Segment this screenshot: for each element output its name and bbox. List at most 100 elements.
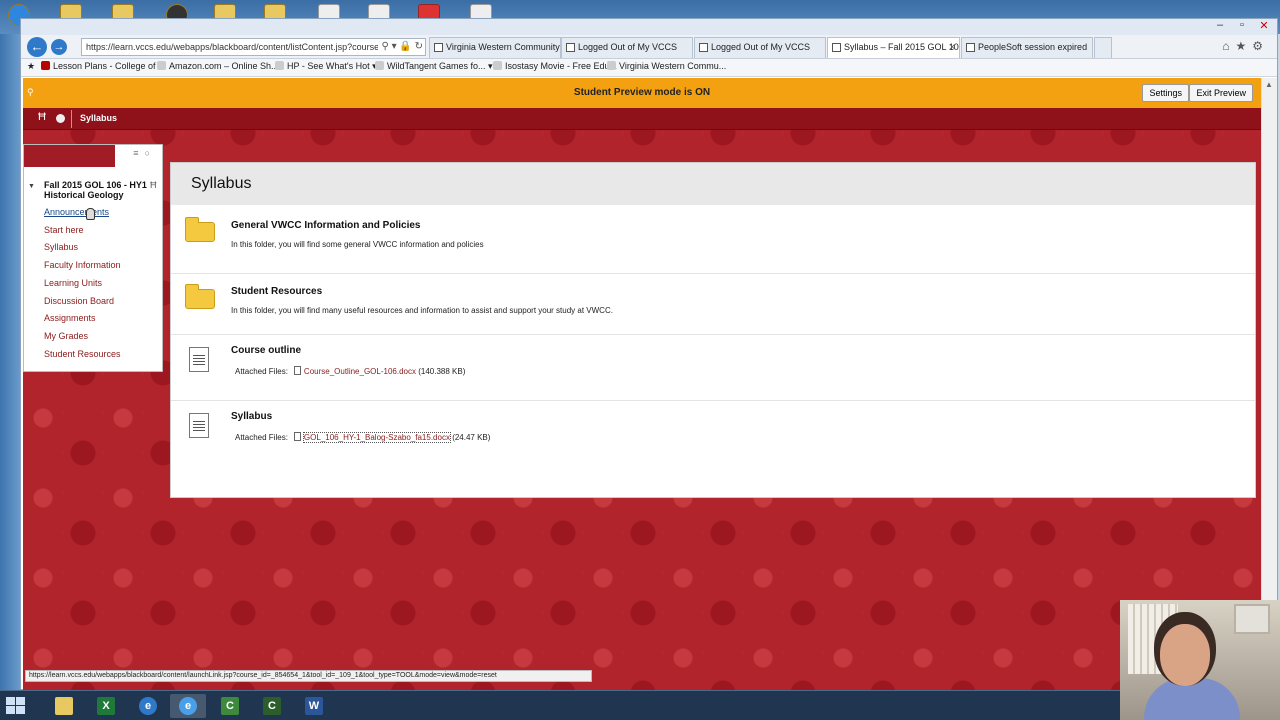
favorite-label: Isostasy Movie - Free Edu... (505, 61, 618, 71)
item-title-link[interactable]: General VWCC Information and Policies (231, 220, 420, 231)
content-item: General VWCC Information and Policies In… (171, 205, 1255, 274)
taskbar-word[interactable]: W (296, 694, 332, 718)
menu-item-start-here[interactable]: Start here (44, 225, 84, 235)
favorite-u-icon (41, 61, 50, 70)
navigation-bar: ← → https://learn.vccs.edu/webapps/black… (21, 35, 1277, 59)
taskbar-camtasia[interactable]: C (212, 694, 248, 718)
tab-peoplesoft[interactable]: PeopleSoft session expired (961, 37, 1093, 58)
favorite-link[interactable]: Virginia Western Commu... (607, 61, 726, 71)
settings-button[interactable]: Settings (1142, 84, 1189, 102)
attachment-link[interactable]: Course_Outline_GOL-106.docx (304, 367, 416, 376)
taskbar-excel[interactable]: X (88, 694, 124, 718)
favorite-label: Amazon.com – Online Sh... (169, 61, 279, 71)
menu-item-discussion-board[interactable]: Discussion Board (44, 296, 114, 306)
favorite-link[interactable]: WildTangent Games fo... ▾ (375, 61, 493, 72)
maximize-icon[interactable]: ▫ (1231, 19, 1253, 33)
start-button[interactable] (6, 697, 26, 715)
course-menu-tools: ≡○ (133, 148, 156, 158)
menu-item-announcements[interactable]: Announcements (44, 207, 109, 217)
item-description: In this folder, you will find some gener… (231, 240, 484, 249)
favorite-link[interactable]: Lesson Plans - College of ... (41, 61, 166, 71)
file-icon (293, 366, 301, 375)
forward-icon[interactable]: → (51, 39, 67, 55)
taskbar-file-explorer[interactable] (46, 694, 82, 718)
taskbar-internet-explorer-active[interactable]: e (170, 694, 206, 718)
taskbar-camtasia-recorder[interactable]: C (254, 694, 290, 718)
favorite-link[interactable]: HP - See What's Hot ▾ (275, 61, 377, 72)
menu-list-icon[interactable]: ≡ (133, 148, 144, 158)
webcam-presenter-head (1160, 624, 1210, 686)
breadcrumb: Ħ Syllabus (23, 108, 1261, 130)
webcam-overlay (1120, 600, 1280, 720)
minimize-icon[interactable]: – (1209, 19, 1231, 33)
menu-item-learning-units[interactable]: Learning Units (44, 278, 102, 288)
menu-item-syllabus[interactable]: Syllabus (44, 242, 78, 252)
taskbar: X e e C C W (0, 690, 1280, 720)
address-bar[interactable]: https://learn.vccs.edu/webapps/blackboar… (81, 38, 426, 56)
favorite-vwcc-icon (607, 61, 616, 70)
breadcrumb-home-icon[interactable] (56, 114, 65, 123)
favorite-isostasy-icon (493, 61, 502, 70)
tab-syllabus[interactable]: Syllabus – Fall 2015 GOL 106... ✕ (827, 37, 960, 58)
browser-window: – ▫ ✕ ← → https://learn.vccs.edu/webapps… (20, 18, 1278, 690)
course-structure-icon[interactable]: Ħ (150, 180, 157, 190)
content-item: Syllabus Attached Files: GOL_106_HY-1_Bal… (171, 401, 1255, 497)
tab-favicon-icon (566, 43, 575, 52)
course-menu-toggle-icon[interactable]: Ħ (38, 111, 46, 123)
taskbar-internet-explorer[interactable]: e (130, 694, 166, 718)
favorite-hp-icon (275, 61, 284, 70)
attached-files-row: Attached Files: GOL_106_HY-1_Balog-Szabo_… (235, 432, 491, 443)
menu-item-student-resources[interactable]: Student Resources (44, 349, 121, 359)
breadcrumb-separator (71, 110, 72, 128)
attachment-link[interactable]: GOL_106_HY-1_Balog-Szabo_fa15.docx (302, 432, 451, 443)
favorites-star-icon[interactable]: ★ (1235, 39, 1252, 53)
document-icon (189, 347, 209, 372)
new-tab-button[interactable] (1094, 37, 1112, 58)
search-lock-refresh-icons[interactable]: ⚲ ▾ 🔒 ↻ (378, 39, 423, 55)
page-title: Syllabus (191, 175, 252, 192)
home-icon[interactable]: ⌂ (1222, 39, 1235, 53)
breadcrumb-current: Syllabus (80, 113, 118, 123)
menu-item-faculty-information[interactable]: Faculty Information (44, 260, 121, 270)
status-bar-url: https://learn.vccs.edu/webapps/blackboar… (25, 670, 592, 682)
folder-icon (55, 697, 73, 715)
collapse-triangle-icon[interactable]: ▼ (28, 183, 35, 190)
tab-favicon-icon (966, 43, 975, 52)
content-item: Course outline Attached Files: Course_Out… (171, 335, 1255, 401)
tab-close-icon[interactable]: ✕ (948, 38, 956, 57)
refresh-icon[interactable]: ○ (145, 148, 156, 158)
tab-favicon-icon (434, 43, 443, 52)
favorite-label: WildTangent Games fo... ▾ (387, 61, 493, 71)
folder-icon (185, 217, 215, 242)
item-title-link[interactable]: Student Resources (231, 286, 322, 297)
gear-icon[interactable]: ⚙ (1252, 39, 1269, 53)
scroll-up-icon[interactable]: ▲ (1265, 80, 1273, 89)
file-size: (24.47 KB) (452, 433, 491, 442)
desktop-left-edge (0, 34, 20, 690)
word-icon: W (305, 697, 323, 715)
tab-virginia-western[interactable]: Virginia Western Community ... (429, 37, 561, 58)
menu-item-assignments[interactable]: Assignments (44, 313, 96, 323)
close-icon[interactable]: ✕ (1253, 19, 1275, 33)
file-size: (140.388 KB) (418, 367, 466, 376)
tab-favicon-icon (699, 43, 708, 52)
favorite-link[interactable]: Isostasy Movie - Free Edu... (493, 61, 617, 71)
tab-label: Syllabus – Fall 2015 GOL 106... (844, 42, 960, 52)
exit-preview-button[interactable]: Exit Preview (1189, 84, 1253, 102)
tab-logged-out-1[interactable]: Logged Out of My VCCS (561, 37, 693, 58)
favorites-bar: ★ Lesson Plans - College of ... Amazon.c… (21, 59, 1277, 77)
url-text: https://learn.vccs.edu/webapps/blackboar… (86, 42, 407, 52)
file-icon (293, 432, 301, 441)
vertical-scrollbar[interactable]: ▲ ▼ (1261, 78, 1277, 690)
tab-label: Logged Out of My VCCS (578, 42, 678, 52)
course-title[interactable]: Fall 2015 GOL 106 - HY1 Historical Geolo… (44, 180, 148, 200)
favorites-star-icon[interactable]: ★ (27, 61, 35, 72)
course-menu-header: ≡○ (24, 145, 162, 167)
menu-item-my-grades[interactable]: My Grades (44, 331, 88, 341)
favorite-link[interactable]: Amazon.com – Online Sh... (157, 61, 279, 71)
tab-logged-out-2[interactable]: Logged Out of My VCCS (694, 37, 826, 58)
favorite-label: Lesson Plans - College of ... (53, 61, 166, 71)
document-icon (189, 413, 209, 438)
back-icon[interactable]: ← (27, 37, 47, 57)
internet-explorer-icon: e (139, 697, 157, 715)
